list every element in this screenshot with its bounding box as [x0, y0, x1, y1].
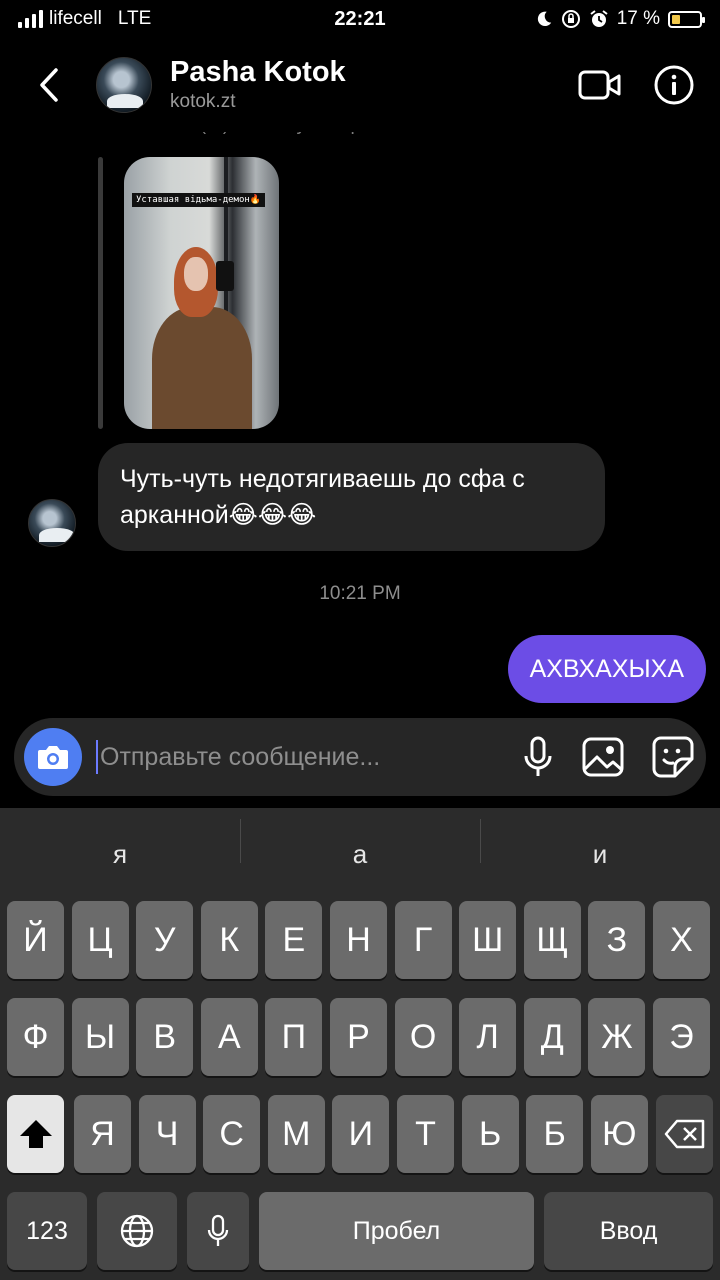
key-row-4: 123 Пробел Ввод	[0, 1192, 720, 1270]
sticker-icon[interactable]	[652, 736, 694, 778]
key-2[interactable]: Ц	[71, 901, 129, 979]
key-8[interactable]: Ш	[459, 901, 517, 979]
back-button[interactable]	[24, 55, 74, 115]
shift-icon	[19, 1120, 52, 1148]
microphone-icon	[207, 1214, 229, 1246]
chat-thread[interactable]: Ответил(-а) на вашу историю Уставшая від…	[0, 114, 720, 712]
message-composer	[14, 718, 706, 796]
suggestion-3[interactable]: и	[480, 818, 720, 870]
message-input[interactable]	[96, 740, 512, 774]
key-5[interactable]: Е	[265, 901, 323, 979]
suggestion-bar: я а и	[0, 808, 720, 900]
outgoing-message[interactable]: АХВХАХЫХА	[507, 635, 706, 703]
key-10[interactable]: З	[588, 901, 646, 979]
key-7[interactable]: Ь	[461, 1095, 519, 1173]
key-7[interactable]: О	[394, 998, 452, 1076]
status-time: 22:21	[334, 7, 386, 30]
return-key[interactable]: Ввод	[544, 1192, 713, 1270]
key-11[interactable]: Э	[653, 998, 710, 1076]
numbers-key[interactable]: 123	[7, 1192, 87, 1270]
key-11[interactable]: Х	[653, 901, 710, 979]
status-left: lifecell LTE	[18, 8, 268, 30]
carrier-name: lifecell	[49, 8, 102, 29]
signal-icon	[18, 10, 43, 28]
key-6[interactable]: Н	[330, 901, 387, 979]
composer-actions	[522, 736, 694, 778]
message-timestamp: 10:21 PM	[319, 583, 401, 604]
key-4[interactable]: К	[200, 901, 258, 979]
camera-button[interactable]	[24, 728, 82, 786]
contact-name: Pasha Kotok	[170, 56, 346, 88]
key-4[interactable]: М	[267, 1095, 325, 1173]
key-1[interactable]: Ф	[7, 998, 64, 1076]
info-button[interactable]	[652, 63, 696, 107]
key-10[interactable]: Ж	[588, 998, 646, 1076]
info-icon	[654, 65, 694, 105]
key-9[interactable]: Ю	[590, 1095, 648, 1173]
shift-key[interactable]	[7, 1095, 64, 1173]
key-row-1: ЙЦУКЕНГШЩЗХ	[0, 901, 720, 979]
gallery-icon[interactable]	[582, 737, 624, 777]
avatar[interactable]	[96, 57, 152, 113]
key-8[interactable]: Б	[526, 1095, 584, 1173]
dictation-key[interactable]	[187, 1192, 249, 1270]
status-bar: lifecell LTE 22:21 17 %	[0, 0, 720, 38]
key-4[interactable]: А	[200, 998, 258, 1076]
key-5[interactable]: П	[265, 998, 323, 1076]
header-actions	[578, 63, 696, 107]
network-type: LTE	[117, 8, 152, 29]
key-5[interactable]: И	[332, 1095, 390, 1173]
key-3[interactable]: С	[203, 1095, 261, 1173]
battery-icon	[668, 10, 705, 28]
story-label: Уставшая відьма-демон🔥	[132, 193, 265, 207]
key-6[interactable]: Р	[330, 998, 387, 1076]
microphone-icon[interactable]	[522, 736, 554, 778]
suggestion-1[interactable]: я	[0, 839, 240, 870]
key-1[interactable]: Я	[74, 1095, 131, 1173]
globe-icon	[120, 1214, 154, 1248]
globe-key[interactable]	[97, 1192, 177, 1270]
key-8[interactable]: Л	[459, 998, 517, 1076]
key-9[interactable]: Щ	[523, 901, 581, 979]
key-3[interactable]: В	[136, 998, 194, 1076]
key-row-3: ЯЧСМИТЬБЮ	[0, 1095, 720, 1173]
video-call-button[interactable]	[578, 63, 622, 107]
chevron-left-icon	[40, 68, 58, 102]
backspace-icon	[664, 1119, 704, 1149]
contact-username: kotok.zt	[170, 91, 236, 112]
key-6[interactable]: Т	[397, 1095, 454, 1173]
key-row-2: ФЫВАПРОЛДЖЭ	[0, 998, 720, 1076]
reply-indicator	[98, 157, 103, 429]
camera-icon	[38, 746, 68, 769]
battery-percent: 17 %	[616, 8, 660, 29]
video-camera-icon	[578, 70, 621, 100]
key-2[interactable]: Ы	[71, 998, 129, 1076]
message-avatar[interactable]	[28, 499, 76, 547]
key-7[interactable]: Г	[394, 901, 452, 979]
moon-icon	[537, 11, 551, 27]
contact-info[interactable]: Pasha Kotok kotok.zt	[170, 55, 578, 115]
space-key[interactable]: Пробел	[259, 1192, 534, 1270]
story-thumbnail[interactable]: Уставшая відьма-демон🔥	[124, 157, 279, 429]
key-2[interactable]: Ч	[138, 1095, 196, 1173]
key-9[interactable]: Д	[523, 998, 581, 1076]
key-1[interactable]: Й	[7, 901, 64, 979]
keyboard: я а и ЙЦУКЕНГШЩЗХ ФЫВАПРОЛДЖЭ ЯЧСМИТЬБЮ …	[0, 808, 720, 1280]
key-3[interactable]: У	[136, 901, 194, 979]
chat-header: Pasha Kotok kotok.zt	[0, 38, 720, 132]
rotation-lock-icon	[561, 10, 580, 28]
alarm-icon	[590, 10, 608, 27]
suggestion-2[interactable]: а	[240, 818, 480, 870]
status-right: 17 %	[452, 8, 705, 30]
backspace-key[interactable]	[656, 1095, 713, 1173]
incoming-message[interactable]: Чуть-чуть недотягиваешь до сфа с арканно…	[98, 443, 605, 551]
